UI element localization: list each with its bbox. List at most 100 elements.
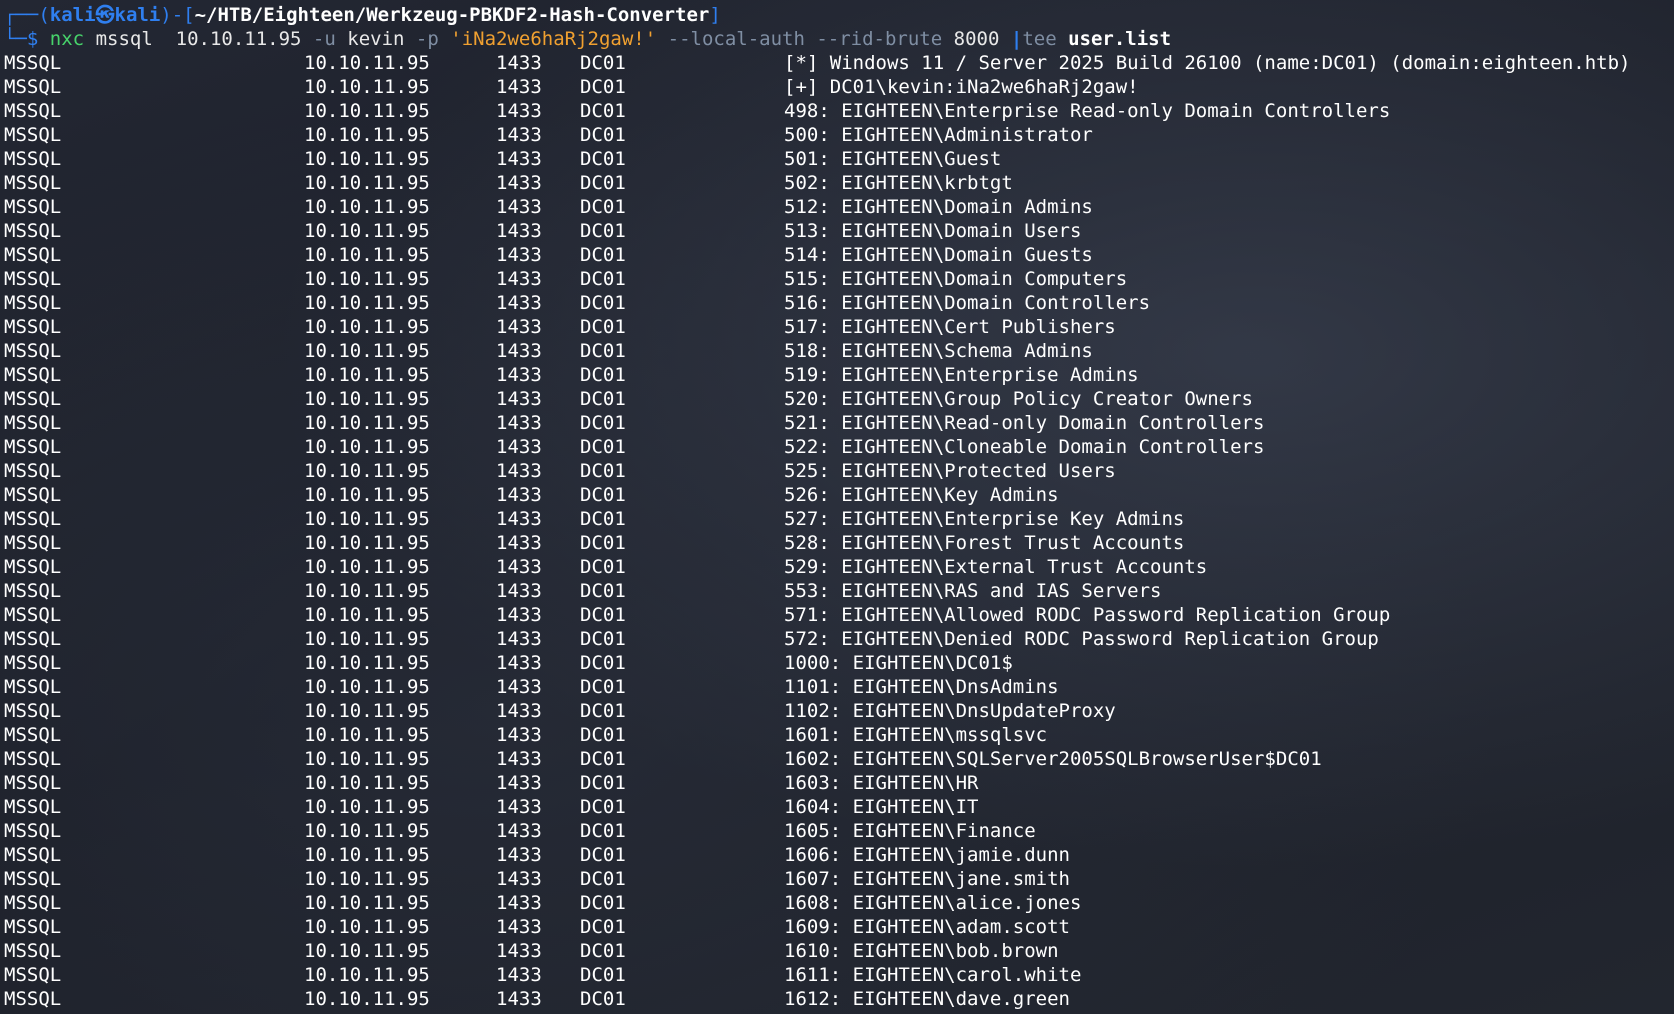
output-message: 572: EIGHTEEN\Denied RODC Password Repli… — [784, 628, 1379, 650]
output-row: MSSQL 10.10.11.95 1433 DC01 529: EIGHTEEN\Ex… — [0, 555, 1674, 579]
output-row: MSSQL 10.10.11.95 1433 DC01 527: EIGHTEEN\En… — [0, 507, 1674, 531]
output-protocol: MSSQL — [4, 52, 62, 74]
output-row: MSSQL 10.10.11.95 1433 DC01 1606: EIGHTEEN\j… — [0, 843, 1674, 867]
command-arg-target: mssql 10.10.11.95 — [95, 28, 302, 50]
output-message: 514: EIGHTEEN\Domain Guests — [784, 244, 1093, 266]
output-port: 1433 — [496, 124, 542, 146]
command-line[interactable]: └─$ nxc mssql 10.10.11.95 -u kevin -p 'i… — [4, 27, 1171, 51]
output-ip: 10.10.11.95 — [304, 316, 430, 338]
output-hostname: DC01 — [580, 52, 626, 74]
output-port: 1433 — [496, 52, 542, 74]
output-ip: 10.10.11.95 — [304, 916, 430, 938]
output-port: 1433 — [496, 724, 542, 746]
output-port: 1433 — [496, 292, 542, 314]
flag-user: -u — [312, 28, 336, 50]
output-ip: 10.10.11.95 — [304, 796, 430, 818]
output-port: 1433 — [496, 988, 542, 1010]
output-protocol: MSSQL — [4, 100, 62, 122]
output-protocol: MSSQL — [4, 628, 62, 650]
flag-password: -p — [415, 28, 439, 50]
output-ip: 10.10.11.95 — [304, 580, 430, 602]
output-protocol: MSSQL — [4, 748, 62, 770]
output-protocol: MSSQL — [4, 532, 62, 554]
output-protocol: MSSQL — [4, 340, 62, 362]
output-hostname: DC01 — [580, 820, 626, 842]
output-hostname: DC01 — [580, 844, 626, 866]
output-row: MSSQL 10.10.11.95 1433 DC01 1607: EIGHTEEN\j… — [0, 867, 1674, 891]
output-message: 1604: EIGHTEEN\IT — [784, 796, 979, 818]
output-hostname: DC01 — [580, 916, 626, 938]
output-hostname: DC01 — [580, 316, 626, 338]
output-ip: 10.10.11.95 — [304, 964, 430, 986]
output-row: MSSQL 10.10.11.95 1433 DC01 519: EIGHTEEN\En… — [0, 363, 1674, 387]
output-hostname: DC01 — [580, 76, 626, 98]
output-ip: 10.10.11.95 — [304, 772, 430, 794]
output-port: 1433 — [496, 460, 542, 482]
output-hostname: DC01 — [580, 580, 626, 602]
prompt-path: ~/HTB/Eighteen/Werkzeug-PBKDF2-Hash-Conv… — [194, 4, 710, 26]
output-row: MSSQL 10.10.11.95 1433 DC01 1602: EIGHTEEN\S… — [0, 747, 1674, 771]
output-port: 1433 — [496, 316, 542, 338]
output-message: 520: EIGHTEEN\Group Policy Creator Owner… — [784, 388, 1253, 410]
output-ip: 10.10.11.95 — [304, 724, 430, 746]
output-port: 1433 — [496, 604, 542, 626]
output-hostname: DC01 — [580, 148, 626, 170]
output-row: MSSQL 10.10.11.95 1433 DC01 1608: EIGHTEEN\a… — [0, 891, 1674, 915]
flag-rid-brute: --rid-brute — [816, 28, 943, 50]
output-protocol: MSSQL — [4, 76, 62, 98]
output-port: 1433 — [496, 100, 542, 122]
output-row: MSSQL 10.10.11.95 1433 DC01 1609: EIGHTEEN\a… — [0, 915, 1674, 939]
output-protocol: MSSQL — [4, 124, 62, 146]
output-protocol: MSSQL — [4, 868, 62, 890]
output-row: MSSQL 10.10.11.95 1433 DC01 [+] DC01\kevin:i… — [0, 75, 1674, 99]
output-protocol: MSSQL — [4, 436, 62, 458]
output-protocol: MSSQL — [4, 292, 62, 314]
output-message: 1611: EIGHTEEN\carol.white — [784, 964, 1082, 986]
output-message: 501: EIGHTEEN\Guest — [784, 148, 1002, 170]
output-ip: 10.10.11.95 — [304, 292, 430, 314]
output-message: 512: EIGHTEEN\Domain Admins — [784, 196, 1093, 218]
output-hostname: DC01 — [580, 412, 626, 434]
output-row: MSSQL 10.10.11.95 1433 DC01 517: EIGHTEEN\Ce… — [0, 315, 1674, 339]
output-message: 502: EIGHTEEN\krbtgt — [784, 172, 1013, 194]
output-ip: 10.10.11.95 — [304, 628, 430, 650]
output-protocol: MSSQL — [4, 364, 62, 386]
output-message: 1102: EIGHTEEN\DnsUpdateProxy — [784, 700, 1116, 722]
output-ip: 10.10.11.95 — [304, 700, 430, 722]
output-hostname: DC01 — [580, 532, 626, 554]
output-hostname: DC01 — [580, 292, 626, 314]
output-message: 529: EIGHTEEN\External Trust Accounts — [784, 556, 1208, 578]
output-message: 513: EIGHTEEN\Domain Users — [784, 220, 1082, 242]
output-row: MSSQL 10.10.11.95 1433 DC01 572: EIGHTEEN\De… — [0, 627, 1674, 651]
terminal-window[interactable]: ┌──(kali㉿kali)-[~/HTB/Eighteen/Werkzeug-… — [0, 0, 1674, 1014]
output-message: 571: EIGHTEEN\Allowed RODC Password Repl… — [784, 604, 1391, 626]
output-hostname: DC01 — [580, 988, 626, 1010]
output-protocol: MSSQL — [4, 796, 62, 818]
output-port: 1433 — [496, 916, 542, 938]
output-protocol: MSSQL — [4, 412, 62, 434]
output-ip: 10.10.11.95 — [304, 460, 430, 482]
output-message: 553: EIGHTEEN\RAS and IAS Servers — [784, 580, 1162, 602]
output-port: 1433 — [496, 244, 542, 266]
output-row: MSSQL 10.10.11.95 1433 DC01 553: EIGHTEEN\RA… — [0, 579, 1674, 603]
output-port: 1433 — [496, 340, 542, 362]
output-hostname: DC01 — [580, 772, 626, 794]
output-port: 1433 — [496, 172, 542, 194]
output-protocol: MSSQL — [4, 196, 62, 218]
output-protocol: MSSQL — [4, 652, 62, 674]
output-hostname: DC01 — [580, 724, 626, 746]
value-rid-brute: 8000 — [953, 28, 1000, 50]
output-hostname: DC01 — [580, 460, 626, 482]
command-tee: tee — [1022, 28, 1057, 50]
output-message: 519: EIGHTEEN\Enterprise Admins — [784, 364, 1139, 386]
output-row: MSSQL 10.10.11.95 1433 DC01 1101: EIGHTEEN\D… — [0, 675, 1674, 699]
output-row: MSSQL 10.10.11.95 1433 DC01 528: EIGHTEEN\Fo… — [0, 531, 1674, 555]
value-user: kevin — [347, 28, 405, 50]
output-hostname: DC01 — [580, 652, 626, 674]
output-port: 1433 — [496, 412, 542, 434]
output-protocol: MSSQL — [4, 700, 62, 722]
output-port: 1433 — [496, 556, 542, 578]
output-message: 1000: EIGHTEEN\DC01$ — [784, 652, 1013, 674]
output-port: 1433 — [496, 868, 542, 890]
output-protocol: MSSQL — [4, 940, 62, 962]
